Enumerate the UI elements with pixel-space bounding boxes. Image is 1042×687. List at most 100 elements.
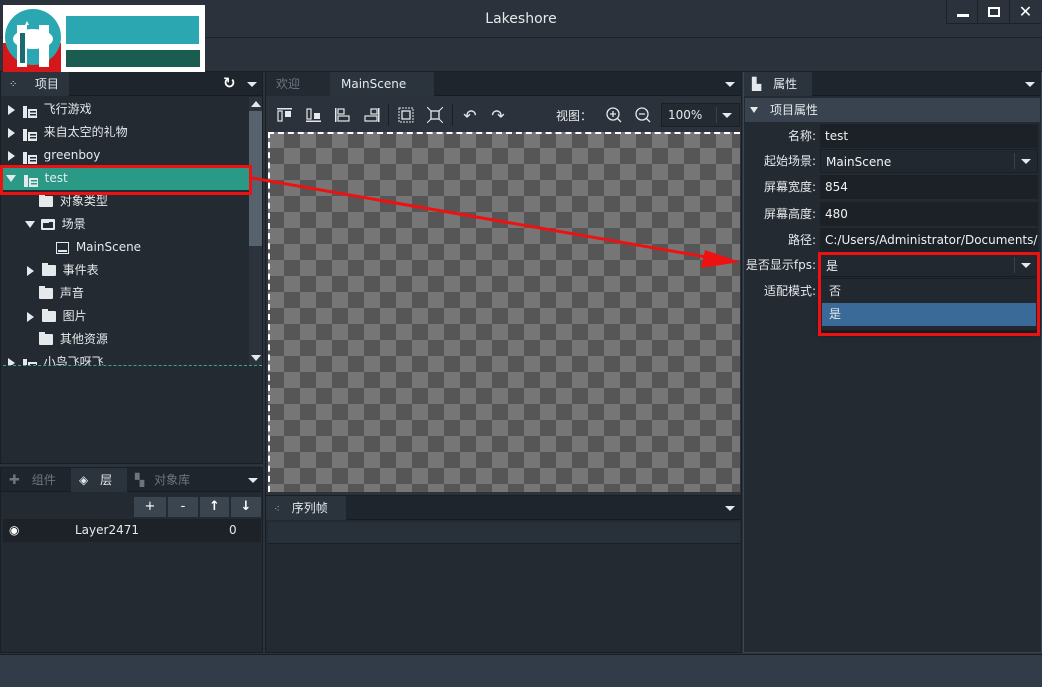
- scroll-down-arrow-icon[interactable]: [251, 355, 261, 361]
- logo-emblem-icon: [3, 9, 200, 73]
- editor-tabs: 欢迎 MainScene ✕: [266, 72, 741, 116]
- align-right-icon: [364, 108, 380, 122]
- tab-components[interactable]: ✚ 组件: [1, 468, 71, 492]
- tree-item-label: 对象类型: [59, 194, 108, 208]
- align-bottom-button[interactable]: [305, 106, 323, 124]
- align-bottom-icon: [306, 108, 321, 122]
- project-icon: [22, 103, 37, 118]
- tree-item-label: 小鸟飞呀飞: [43, 355, 104, 365]
- fit-selection-icon: [398, 107, 414, 123]
- collapse-icon[interactable]: [25, 221, 35, 228]
- scroll-up-arrow-icon[interactable]: [251, 101, 261, 107]
- show-fps-label: 是否显示fps:: [745, 258, 816, 272]
- tree-item-label: 其他资源: [59, 332, 108, 346]
- tab-sequence-frames[interactable]: ⁖ 序列帧: [266, 496, 346, 520]
- tree-item-图片[interactable]: 图片: [27, 305, 87, 328]
- align-right-button[interactable]: [363, 106, 381, 124]
- zoom-value: 100%: [668, 108, 703, 122]
- editor-tabs-menu-arrow-icon[interactable]: [725, 82, 735, 87]
- maximize-button[interactable]: [977, 0, 1009, 24]
- align-left-button[interactable]: [334, 106, 352, 124]
- fit-selection-button[interactable]: [397, 106, 415, 124]
- project-panel-header: ⁘ 项目 ↻: [1, 72, 262, 96]
- tab-welcome-label: 欢迎: [276, 77, 301, 91]
- fit-canvas-button[interactable]: [426, 106, 444, 124]
- align-top-icon: [277, 108, 292, 122]
- folder-icon: [39, 194, 53, 207]
- tree-item-来自太空的礼物[interactable]: 来自太空的礼物: [8, 121, 128, 144]
- shapes-icon: ▚: [135, 473, 145, 487]
- tab-properties[interactable]: ▙ 属性: [744, 72, 812, 96]
- refresh-icon[interactable]: ↻: [223, 74, 236, 92]
- zoom-dropdown-arrow-icon[interactable]: [722, 113, 732, 118]
- fit-canvas-icon: [427, 107, 443, 123]
- expand-icon[interactable]: [8, 104, 15, 115]
- tree-item-场景[interactable]: 场景: [25, 213, 86, 236]
- close-icon: ✕: [1018, 1, 1033, 21]
- fit-mode-label: 适配模式:: [763, 284, 816, 298]
- section-collapse-icon[interactable]: [750, 107, 758, 113]
- screen-width-field[interactable]: 854: [820, 175, 1038, 199]
- tree-item-label: greenboy: [43, 148, 101, 162]
- start-scene-select[interactable]: MainScene: [820, 149, 1038, 173]
- layer-row[interactable]: ◉ Layer2471 0: [3, 519, 261, 542]
- screen-height-field[interactable]: 480: [820, 202, 1038, 226]
- zoom-select[interactable]: 100%: [661, 103, 740, 127]
- scene-canvas[interactable]: [268, 132, 740, 492]
- properties-menu-arrow-icon[interactable]: [1025, 82, 1035, 87]
- folder-open-icon: [40, 219, 55, 230]
- undo-button[interactable]: ↶: [461, 106, 479, 125]
- properties-header: ▙ 属性: [744, 72, 1041, 96]
- project-tree: 飞行游戏 来自太空的礼物 greenboy test 对象类型 场景 MainS…: [2, 97, 249, 365]
- tree-item-飞行游戏[interactable]: 飞行游戏: [8, 98, 92, 121]
- path-field[interactable]: C:/Users/Administrator/Documents/: [820, 228, 1038, 252]
- redo-button[interactable]: ↷: [489, 106, 507, 125]
- eye-icon[interactable]: ◉: [9, 519, 19, 542]
- tree-item-小鸟飞呀飞[interactable]: 小鸟飞呀飞: [8, 351, 104, 365]
- puzzle-icon: ✚: [9, 473, 20, 488]
- timeline-menu-arrow-icon[interactable]: [725, 506, 735, 511]
- screen-width-label: 屏幕宽度:: [763, 180, 816, 194]
- close-button[interactable]: ✕: [1009, 0, 1041, 24]
- expand-icon[interactable]: [8, 150, 15, 161]
- move-layer-down-button[interactable]: ↓: [231, 497, 261, 517]
- remove-layer-button[interactable]: -: [168, 497, 198, 517]
- align-top-button[interactable]: [276, 106, 294, 124]
- project-icon: [22, 126, 37, 141]
- expand-icon[interactable]: [27, 265, 34, 276]
- tree-item-其他资源[interactable]: 其他资源: [39, 328, 108, 351]
- section-title: 项目属性: [770, 103, 819, 117]
- path-label: 路径:: [787, 233, 816, 247]
- section-project-properties[interactable]: 项目属性: [745, 98, 1040, 122]
- start-scene-arrow-icon[interactable]: [1021, 159, 1031, 164]
- panel-menu-arrow-icon[interactable]: [248, 478, 258, 483]
- tree-item-MainScene[interactable]: MainScene: [56, 236, 141, 259]
- expand-icon[interactable]: [8, 357, 15, 365]
- expand-icon[interactable]: [27, 311, 34, 322]
- tab-project-label: 项目: [34, 77, 59, 91]
- panel-menu-arrow-icon[interactable]: [247, 82, 257, 87]
- zoom-out-button[interactable]: [634, 106, 652, 124]
- tree-item-label: MainScene: [75, 240, 142, 254]
- tree-scrollbar[interactable]: [249, 97, 262, 365]
- tab-properties-label: 属性: [773, 77, 798, 91]
- tab-object-library[interactable]: ▚ 对象库: [127, 468, 208, 492]
- add-layer-button[interactable]: +: [134, 497, 166, 517]
- timeline-ruler: [268, 522, 740, 544]
- tab-welcome[interactable]: 欢迎: [266, 72, 330, 96]
- tab-project[interactable]: ⁘ 项目: [1, 72, 69, 96]
- move-layer-up-button[interactable]: ↑: [200, 497, 229, 517]
- layers-icon: ◈: [79, 473, 89, 487]
- project-tree-icon: ⁘: [9, 78, 18, 90]
- minimize-button[interactable]: [946, 0, 978, 24]
- expand-icon[interactable]: [8, 127, 15, 138]
- project-icon: [22, 356, 37, 365]
- tree-item-声音[interactable]: 声音: [39, 282, 84, 305]
- name-field[interactable]: test: [820, 124, 1038, 148]
- tree-item-事件表[interactable]: 事件表: [27, 259, 99, 282]
- tab-components-label: 组件: [31, 473, 56, 487]
- zoom-in-button[interactable]: [605, 106, 623, 124]
- tab-layers[interactable]: ◈ 层: [71, 468, 127, 492]
- tree-item-greenboy[interactable]: greenboy: [8, 144, 100, 167]
- tab-mainscene[interactable]: MainScene ✕: [330, 72, 434, 116]
